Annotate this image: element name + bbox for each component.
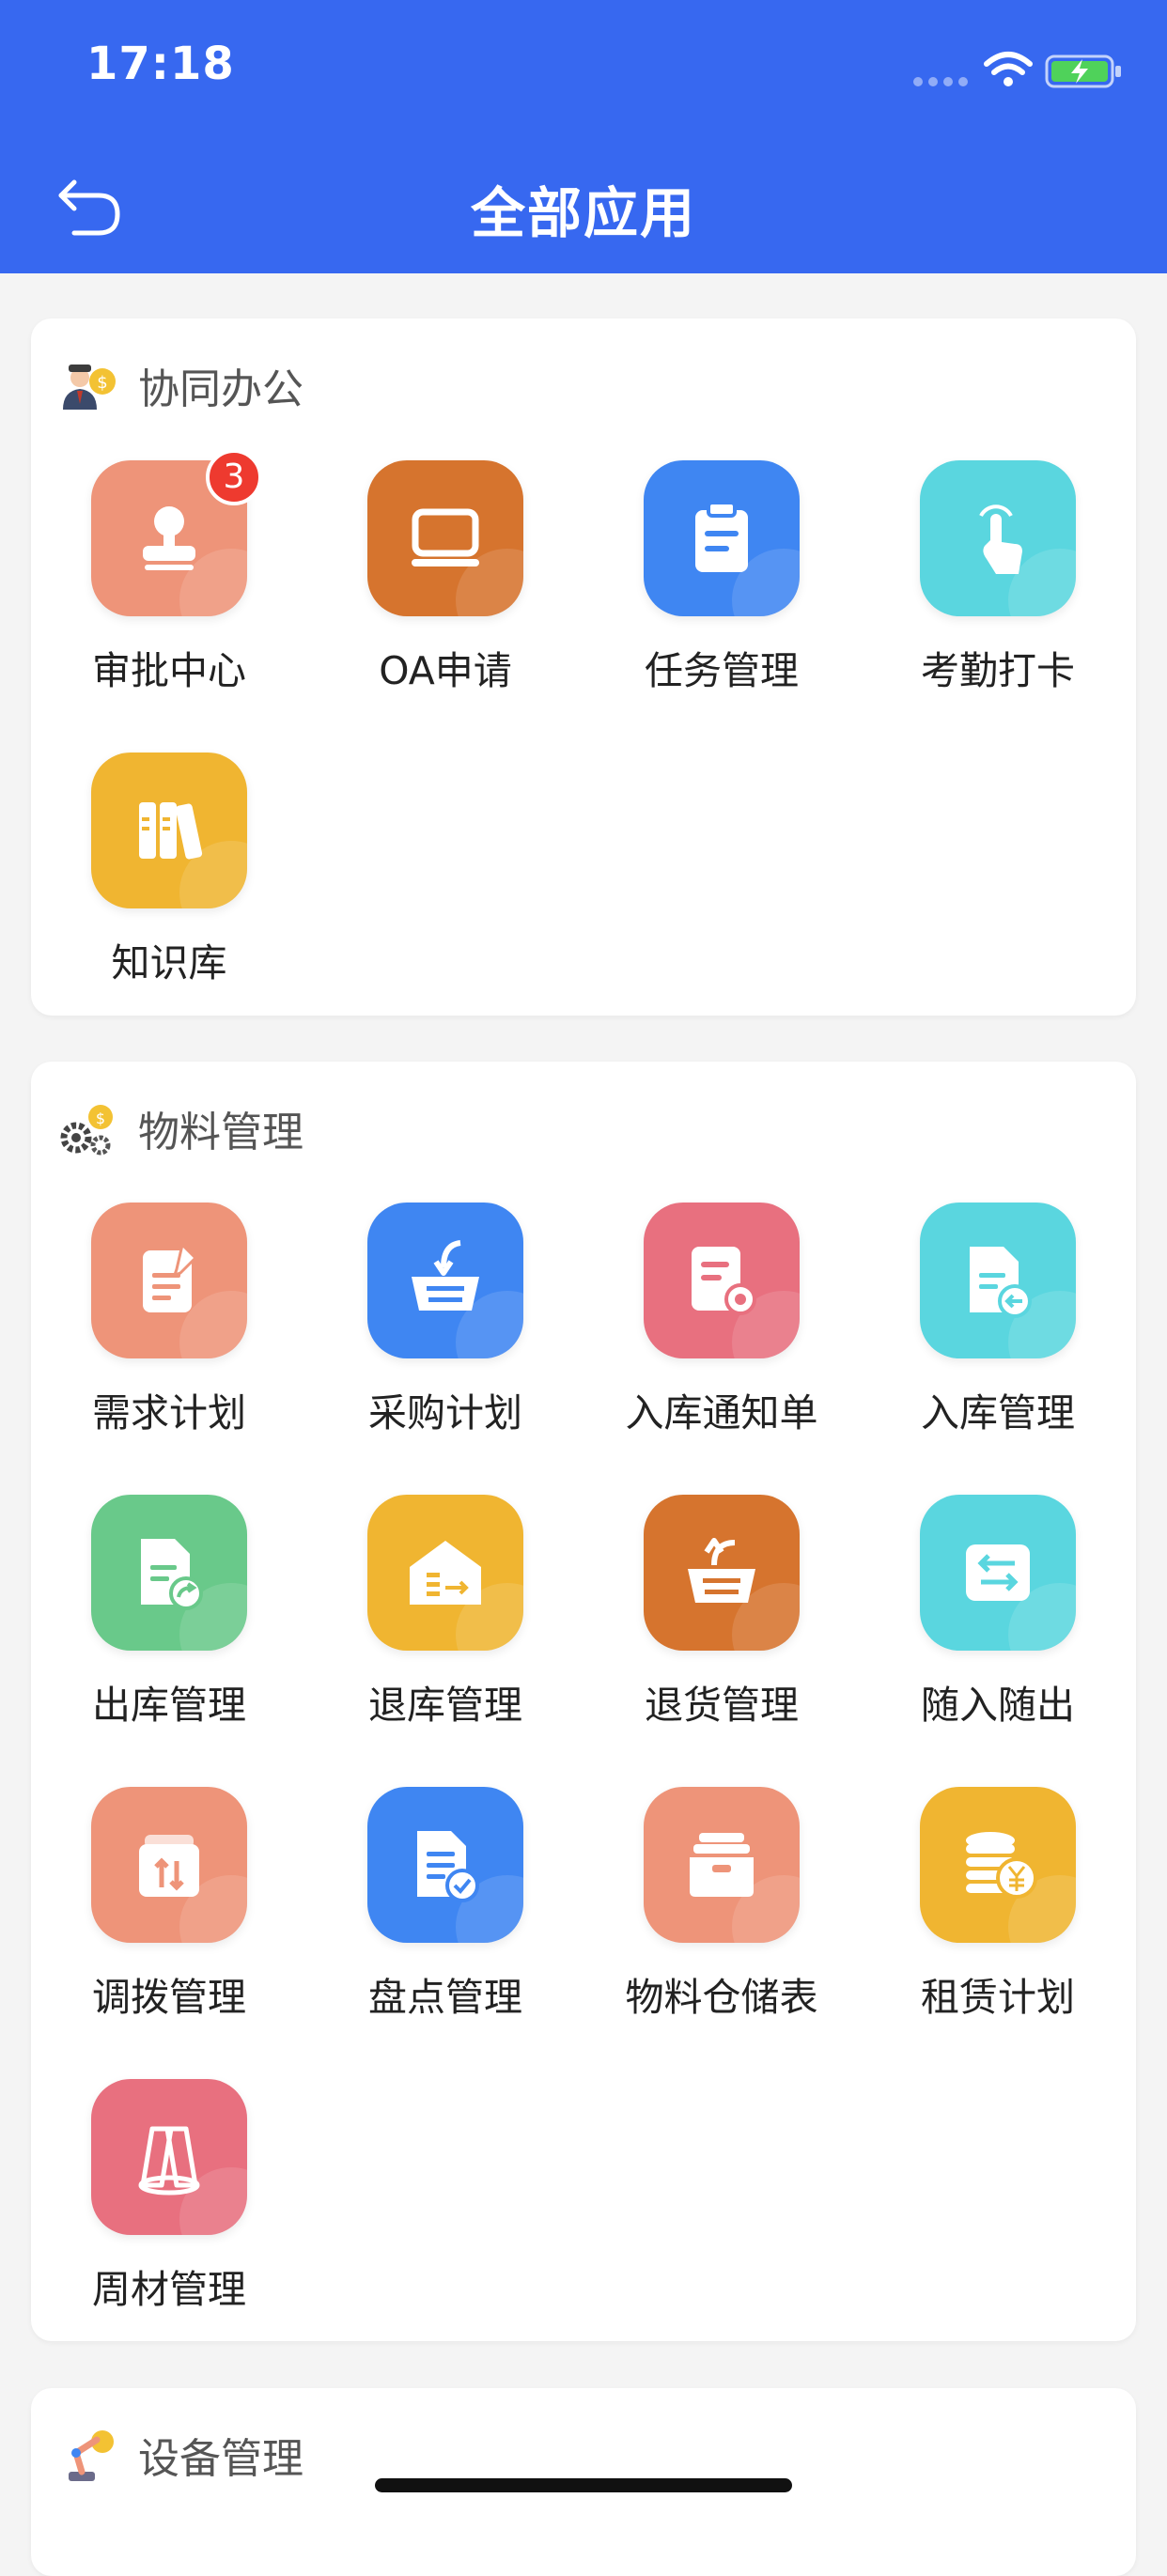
app-label: 需求计划 (92, 1390, 246, 1435)
cellular-signal-icon (913, 77, 970, 86)
app-label: 审批中心 (92, 648, 246, 693)
app-label: 任务管理 (645, 648, 799, 693)
swap-arrows-icon (920, 1495, 1076, 1651)
app-inbound-notice[interactable]: 入库通知单 (584, 1203, 860, 1494)
section-header: 设备管理 (59, 2426, 303, 2484)
app-label: 考勤打卡 (921, 648, 1075, 693)
app-label: 入库管理 (921, 1390, 1075, 1435)
app-return-to-stock[interactable]: 退库管理 (307, 1495, 584, 1786)
app-label: 入库通知单 (625, 1390, 818, 1435)
app-header: 17:18 全部应用 (0, 0, 1167, 273)
battery-charging-icon (1045, 54, 1121, 88)
document-return-icon (920, 1203, 1076, 1358)
books-icon (91, 753, 247, 908)
app-in-out-instant[interactable]: 随入随出 (860, 1495, 1136, 1786)
app-label: 退货管理 (645, 1683, 799, 1728)
section-title: 设备管理 (138, 2435, 303, 2483)
app-knowledge-base[interactable]: 知识库 (31, 753, 307, 1044)
app-goods-return[interactable]: 退货管理 (584, 1495, 860, 1786)
section-material-management: $ 物料管理 需求计划 采购计划 入库通知单 入库管理 出库管理 退库管理 退货… (31, 1062, 1136, 2341)
app-label: 随入随出 (921, 1683, 1075, 1728)
unread-count-badge: 3 (206, 449, 262, 505)
app-lease-plan[interactable]: 租赁计划 (860, 1787, 1136, 2078)
basket-download-icon (367, 1203, 523, 1358)
app-attendance-checkin[interactable]: 考勤打卡 (860, 460, 1136, 752)
app-inbound-management[interactable]: 入库管理 (860, 1203, 1136, 1494)
app-material-storage-table[interactable]: 物料仓储表 (584, 1787, 860, 2078)
app-demand-plan[interactable]: 需求计划 (31, 1203, 307, 1494)
app-label: 租赁计划 (921, 1975, 1075, 2020)
app-approval-center[interactable]: 3 审批中心 (31, 449, 307, 752)
document-forward-icon (91, 1495, 247, 1651)
app-label: 退库管理 (368, 1683, 522, 1728)
warehouse-icon (367, 1495, 523, 1651)
wifi-icon (984, 52, 1033, 86)
app-label: 知识库 (111, 940, 227, 985)
home-indicator[interactable] (375, 2478, 792, 2492)
document-check-icon (367, 1787, 523, 1943)
app-transfer-management[interactable]: 调拨管理 (31, 1787, 307, 2078)
document-gear-icon (644, 1203, 800, 1358)
basket-upload-icon (644, 1495, 800, 1651)
status-time: 17:18 (86, 38, 235, 90)
app-label: 盘点管理 (368, 1975, 522, 2020)
app-label: 出库管理 (92, 1683, 246, 1728)
edit-document-icon (91, 1203, 247, 1358)
clipboard-icon (644, 460, 800, 616)
storage-box-icon (644, 1787, 800, 1943)
app-label: 周材管理 (92, 2267, 246, 2312)
app-stocktaking[interactable]: 盘点管理 (307, 1787, 584, 2078)
robot-arm-icon (59, 2426, 119, 2484)
app-outbound-management[interactable]: 出库管理 (31, 1495, 307, 1786)
app-oa-request[interactable]: OA申请 (307, 460, 584, 752)
app-label: 采购计划 (368, 1390, 522, 1435)
app-label: OA申请 (379, 648, 512, 693)
app-task-management[interactable]: 任务管理 (584, 460, 860, 752)
app-purchase-plan[interactable]: 采购计划 (307, 1203, 584, 1494)
app-label: 调拨管理 (92, 1975, 246, 2020)
transfer-card-icon (91, 1787, 247, 1943)
app-turnover-materials[interactable]: 周材管理 (31, 2079, 307, 2370)
laptop-icon (367, 460, 523, 616)
touch-finger-icon (920, 460, 1076, 616)
coins-yen-icon (920, 1787, 1076, 1943)
pipes-icon (91, 2079, 247, 2235)
page-title: 全部应用 (470, 181, 696, 245)
app-label: 物料仓储表 (625, 1975, 818, 2020)
section-collaborative-office: $ 协同办公 3 审批中心 OA申请 任务管理 考勤打卡 知识库 (31, 318, 1136, 1016)
